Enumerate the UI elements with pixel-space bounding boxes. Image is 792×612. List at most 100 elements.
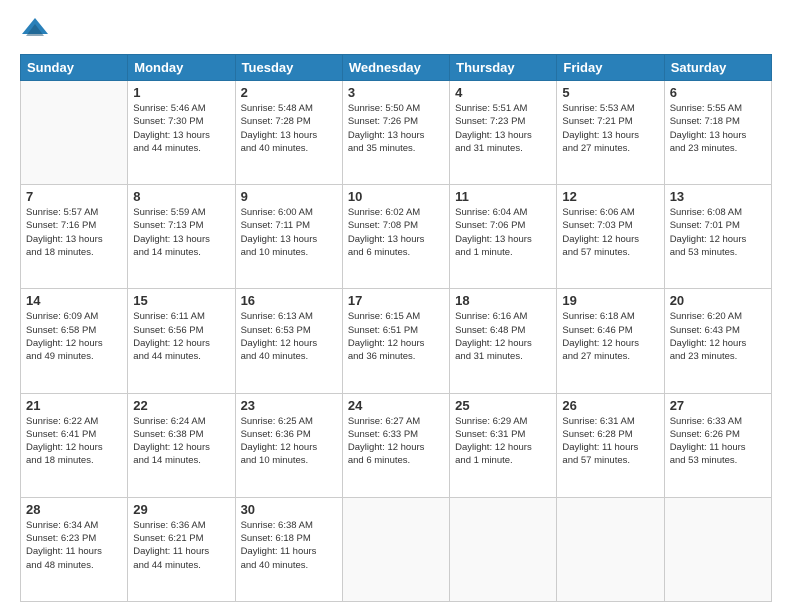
day-info: Sunrise: 5:48 AM Sunset: 7:28 PM Dayligh… <box>241 102 337 155</box>
calendar-header-wednesday: Wednesday <box>342 55 449 81</box>
day-number: 30 <box>241 502 337 517</box>
day-info: Sunrise: 5:53 AM Sunset: 7:21 PM Dayligh… <box>562 102 658 155</box>
calendar-header-tuesday: Tuesday <box>235 55 342 81</box>
day-info: Sunrise: 6:36 AM Sunset: 6:21 PM Dayligh… <box>133 519 229 572</box>
calendar-cell: 9Sunrise: 6:00 AM Sunset: 7:11 PM Daylig… <box>235 185 342 289</box>
calendar-cell: 12 Sunrise: 6:06 AM Sunset: 7:03 PM Dayli… <box>557 185 664 289</box>
calendar-header-monday: Monday <box>128 55 235 81</box>
day-number: 1 <box>133 85 229 100</box>
day-number: 2 <box>241 85 337 100</box>
day-number: 19 <box>562 293 658 308</box>
day-number: 13 <box>670 189 766 204</box>
day-info: Sunrise: 5:51 AM Sunset: 7:23 PM Dayligh… <box>455 102 551 155</box>
header <box>20 16 772 46</box>
day-number: 7 <box>26 189 122 204</box>
day-info: Sunrise: 6:16 AM Sunset: 6:48 PM Dayligh… <box>455 310 551 363</box>
day-number: 24 <box>348 398 444 413</box>
day-info: Sunrise: 5:59 AM Sunset: 7:13 PM Dayligh… <box>133 206 229 259</box>
calendar-cell: 10Sunrise: 6:02 AM Sunset: 7:08 PM Dayli… <box>342 185 449 289</box>
day-info: Sunrise: 6:15 AM Sunset: 6:51 PM Dayligh… <box>348 310 444 363</box>
day-number: 22 <box>133 398 229 413</box>
day-info: Sunrise: 6:33 AM Sunset: 6:26 PM Dayligh… <box>670 415 766 468</box>
calendar-header-thursday: Thursday <box>450 55 557 81</box>
day-number: 29 <box>133 502 229 517</box>
calendar-cell: 5 Sunrise: 5:53 AM Sunset: 7:21 PM Daylig… <box>557 81 664 185</box>
day-number: 26 <box>562 398 658 413</box>
calendar-header-sunday: Sunday <box>21 55 128 81</box>
day-info: Sunrise: 6:31 AM Sunset: 6:28 PM Dayligh… <box>562 415 658 468</box>
calendar-cell: 16 Sunrise: 6:13 AM Sunset: 6:53 PM Dayli… <box>235 289 342 393</box>
day-info: Sunrise: 6:08 AM Sunset: 7:01 PM Dayligh… <box>670 206 766 259</box>
calendar-cell: 28 Sunrise: 6:34 AM Sunset: 6:23 PM Dayli… <box>21 497 128 601</box>
day-info: Sunrise: 6:20 AM Sunset: 6:43 PM Dayligh… <box>670 310 766 363</box>
day-number: 21 <box>26 398 122 413</box>
calendar-cell: 21Sunrise: 6:22 AM Sunset: 6:41 PM Dayli… <box>21 393 128 497</box>
calendar-cell: 26 Sunrise: 6:31 AM Sunset: 6:28 PM Dayli… <box>557 393 664 497</box>
day-number: 16 <box>241 293 337 308</box>
day-info: Sunrise: 6:13 AM Sunset: 6:53 PM Dayligh… <box>241 310 337 363</box>
calendar-cell: 3Sunrise: 5:50 AM Sunset: 7:26 PM Daylig… <box>342 81 449 185</box>
calendar-cell: 6 Sunrise: 5:55 AM Sunset: 7:18 PM Daylig… <box>664 81 771 185</box>
calendar-table: SundayMondayTuesdayWednesdayThursdayFrid… <box>20 54 772 602</box>
calendar-cell: 20 Sunrise: 6:20 AM Sunset: 6:43 PM Dayli… <box>664 289 771 393</box>
day-number: 9 <box>241 189 337 204</box>
day-info: Sunrise: 5:57 AM Sunset: 7:16 PM Dayligh… <box>26 206 122 259</box>
calendar-header-saturday: Saturday <box>664 55 771 81</box>
calendar-cell: 29 Sunrise: 6:36 AM Sunset: 6:21 PM Dayli… <box>128 497 235 601</box>
calendar-cell <box>664 497 771 601</box>
day-info: Sunrise: 6:27 AM Sunset: 6:33 PM Dayligh… <box>348 415 444 468</box>
day-number: 20 <box>670 293 766 308</box>
calendar-cell: 30 Sunrise: 6:38 AM Sunset: 6:18 PM Dayli… <box>235 497 342 601</box>
calendar-cell: 7 Sunrise: 5:57 AM Sunset: 7:16 PM Daylig… <box>21 185 128 289</box>
day-info: Sunrise: 5:46 AM Sunset: 7:30 PM Dayligh… <box>133 102 229 155</box>
calendar-cell: 11Sunrise: 6:04 AM Sunset: 7:06 PM Dayli… <box>450 185 557 289</box>
calendar-week-4: 21Sunrise: 6:22 AM Sunset: 6:41 PM Dayli… <box>21 393 772 497</box>
page: SundayMondayTuesdayWednesdayThursdayFrid… <box>0 0 792 612</box>
day-number: 23 <box>241 398 337 413</box>
calendar-week-3: 14 Sunrise: 6:09 AM Sunset: 6:58 PM Dayli… <box>21 289 772 393</box>
day-number: 4 <box>455 85 551 100</box>
day-info: Sunrise: 6:02 AM Sunset: 7:08 PM Dayligh… <box>348 206 444 259</box>
calendar-header-friday: Friday <box>557 55 664 81</box>
day-info: Sunrise: 6:24 AM Sunset: 6:38 PM Dayligh… <box>133 415 229 468</box>
calendar-cell: 24 Sunrise: 6:27 AM Sunset: 6:33 PM Dayli… <box>342 393 449 497</box>
day-info: Sunrise: 6:29 AM Sunset: 6:31 PM Dayligh… <box>455 415 551 468</box>
day-number: 6 <box>670 85 766 100</box>
day-info: Sunrise: 6:06 AM Sunset: 7:03 PM Dayligh… <box>562 206 658 259</box>
calendar-cell: 13 Sunrise: 6:08 AM Sunset: 7:01 PM Dayli… <box>664 185 771 289</box>
calendar-cell: 4 Sunrise: 5:51 AM Sunset: 7:23 PM Daylig… <box>450 81 557 185</box>
day-number: 8 <box>133 189 229 204</box>
day-number: 17 <box>348 293 444 308</box>
calendar-cell <box>450 497 557 601</box>
calendar-cell <box>342 497 449 601</box>
day-info: Sunrise: 6:11 AM Sunset: 6:56 PM Dayligh… <box>133 310 229 363</box>
logo <box>20 16 54 46</box>
day-info: Sunrise: 6:25 AM Sunset: 6:36 PM Dayligh… <box>241 415 337 468</box>
day-info: Sunrise: 6:34 AM Sunset: 6:23 PM Dayligh… <box>26 519 122 572</box>
day-number: 14 <box>26 293 122 308</box>
calendar-cell: 25 Sunrise: 6:29 AM Sunset: 6:31 PM Dayli… <box>450 393 557 497</box>
day-info: Sunrise: 6:09 AM Sunset: 6:58 PM Dayligh… <box>26 310 122 363</box>
calendar-cell <box>557 497 664 601</box>
calendar-cell: 27Sunrise: 6:33 AM Sunset: 6:26 PM Dayli… <box>664 393 771 497</box>
day-number: 12 <box>562 189 658 204</box>
day-number: 25 <box>455 398 551 413</box>
day-number: 15 <box>133 293 229 308</box>
day-info: Sunrise: 6:38 AM Sunset: 6:18 PM Dayligh… <box>241 519 337 572</box>
day-info: Sunrise: 5:50 AM Sunset: 7:26 PM Dayligh… <box>348 102 444 155</box>
day-number: 28 <box>26 502 122 517</box>
calendar-cell: 19 Sunrise: 6:18 AM Sunset: 6:46 PM Dayli… <box>557 289 664 393</box>
day-number: 18 <box>455 293 551 308</box>
calendar-cell: 8 Sunrise: 5:59 AM Sunset: 7:13 PM Daylig… <box>128 185 235 289</box>
calendar-cell <box>21 81 128 185</box>
calendar-cell: 17 Sunrise: 6:15 AM Sunset: 6:51 PM Dayli… <box>342 289 449 393</box>
logo-icon <box>20 16 50 46</box>
day-info: Sunrise: 5:55 AM Sunset: 7:18 PM Dayligh… <box>670 102 766 155</box>
day-number: 5 <box>562 85 658 100</box>
calendar-cell: 1 Sunrise: 5:46 AM Sunset: 7:30 PM Daylig… <box>128 81 235 185</box>
day-number: 11 <box>455 189 551 204</box>
calendar-cell: 14 Sunrise: 6:09 AM Sunset: 6:58 PM Dayli… <box>21 289 128 393</box>
calendar-header-row: SundayMondayTuesdayWednesdayThursdayFrid… <box>21 55 772 81</box>
calendar-week-2: 7 Sunrise: 5:57 AM Sunset: 7:16 PM Daylig… <box>21 185 772 289</box>
day-info: Sunrise: 6:18 AM Sunset: 6:46 PM Dayligh… <box>562 310 658 363</box>
